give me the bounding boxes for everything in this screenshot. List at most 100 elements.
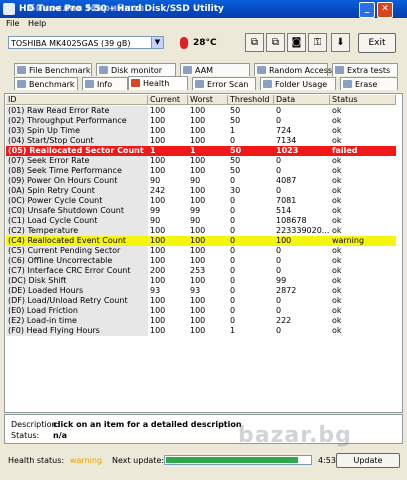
table-row[interactable]: (C7) Interface CRC Error Count 200 253 0 0 ok <box>6 266 396 276</box>
screenshot-button[interactable]: ◙ <box>287 33 306 52</box>
cell-worst: 100 <box>190 156 206 165</box>
cell-data: 0 <box>276 116 282 125</box>
tab-benchmark[interactable]: Benchmark <box>14 77 78 90</box>
col-current[interactable]: Current <box>148 95 188 105</box>
table-row[interactable]: (DF) Load/Unload Retry Count 100 100 0 0 ok <box>6 296 396 306</box>
list-icon <box>335 66 344 74</box>
cell-threshold: 0 <box>230 216 236 225</box>
minimize-button[interactable]: _ <box>359 2 375 18</box>
cell-threshold: 0 <box>230 176 236 185</box>
tab-error-scan[interactable]: Error Scan <box>192 77 256 90</box>
next-update-label: Next update: <box>112 456 165 465</box>
table-row[interactable]: (C4) Reallocated Event Count 100 100 0 100 wa… <box>6 236 396 246</box>
cell-status: ok <box>332 266 342 275</box>
table-row[interactable]: (C2) Temperature 100 100 0 223339020... ok <box>6 226 396 236</box>
cell-worst: 100 <box>190 276 206 285</box>
cell-status: ok <box>332 326 342 335</box>
cell-worst: 100 <box>190 296 206 305</box>
cell-id: (07) Seek Error Rate <box>6 156 148 166</box>
cell-status: ok <box>332 216 342 225</box>
close-window-button[interactable]: ✕ <box>377 2 393 18</box>
cell-id: (C0) Unsafe Shutdown Count <box>6 206 148 216</box>
cell-id: (F0) Head Flying Hours <box>6 326 148 336</box>
cell-threshold: 50 <box>230 116 241 125</box>
cell-worst: 100 <box>190 116 206 125</box>
tab-random-access[interactable]: Random Access <box>254 63 332 76</box>
table-row[interactable]: (C6) Offline Uncorrectable 100 100 0 0 ok <box>6 256 396 266</box>
tab-erase[interactable]: Erase <box>340 77 398 90</box>
table-row[interactable]: (C1) Load Cycle Count 90 90 0 108678 ok <box>6 216 396 226</box>
col-status[interactable]: Status <box>330 95 396 105</box>
table-row[interactable]: (09) Power On Hours Count 90 90 0 4087 ok <box>6 176 396 186</box>
tab-folder-usage[interactable]: Folder Usage <box>260 77 336 90</box>
table-row[interactable]: (C0) Unsafe Shutdown Count 99 99 0 514 ok <box>6 206 396 216</box>
menu-file[interactable]: File <box>6 19 19 28</box>
table-row[interactable]: (C5) Current Pending Sector 100 100 0 0 ok <box>6 246 396 256</box>
smart-table: ID Current Worst Threshold Data Status (… <box>6 95 396 408</box>
table-row[interactable]: (05) Reallocated Sector Count 1 1 50 1023 fai… <box>6 146 396 156</box>
cell-status: ok <box>332 256 342 265</box>
copy-image-icon: ⧉ <box>271 37 280 48</box>
copy-text-button[interactable]: ⧉ <box>245 33 264 52</box>
cell-id: (C5) Current Pending Sector <box>6 246 148 256</box>
tab-file-benchmark[interactable]: File Benchmark <box>14 63 92 76</box>
cell-current: 1 <box>148 146 188 156</box>
drive-select-value: TOSHIBA MK4025GAS (39 gB) <box>11 39 131 48</box>
chevron-down-icon[interactable]: ▼ <box>151 37 163 48</box>
tab-disk-monitor[interactable]: Disk monitor <box>96 63 176 76</box>
cell-current: 90 <box>150 176 161 185</box>
cell-status: ok <box>332 116 342 125</box>
cell-threshold: 30 <box>230 186 241 195</box>
tab-health[interactable]: Health <box>128 76 188 90</box>
monitor-icon <box>99 66 108 74</box>
temperature-display: 28°C <box>176 33 218 53</box>
cell-status: ok <box>332 206 342 215</box>
cell-status: failed <box>330 146 396 156</box>
key-icon: ⚿ <box>313 37 322 48</box>
cell-status: ok <box>332 166 342 175</box>
cell-data: 724 <box>276 126 292 135</box>
update-button[interactable]: Update <box>336 453 400 468</box>
table-row[interactable]: (01) Raw Read Error Rate 100 100 50 0 ok <box>6 106 396 116</box>
cell-worst: 100 <box>190 326 206 335</box>
col-threshold[interactable]: Threshold <box>228 95 274 105</box>
folder-icon <box>263 80 272 88</box>
options-button[interactable]: ⚿ <box>308 33 327 52</box>
tab-extra-tests[interactable]: Extra tests <box>332 63 398 76</box>
table-row[interactable]: (03) Spin Up Time 100 100 1 724 ok <box>6 126 396 136</box>
cell-threshold: 50 <box>228 146 274 156</box>
health-status-label: Health status: <box>8 456 65 465</box>
save-button[interactable]: ⬇ <box>331 33 350 52</box>
cell-threshold: 0 <box>230 136 236 145</box>
table-row[interactable]: (0C) Power Cycle Count 100 100 0 7081 ok <box>6 196 396 206</box>
table-row[interactable]: (E2) Load-in time 100 100 0 222 ok <box>6 316 396 326</box>
menu-help[interactable]: Help <box>28 19 46 28</box>
table-row[interactable]: (0A) Spin Retry Count 242 100 30 0 ok <box>6 186 396 196</box>
table-row[interactable]: (DE) Loaded Hours 93 93 0 2872 ok <box>6 286 396 296</box>
cell-data: 7081 <box>276 196 297 205</box>
table-row[interactable]: (07) Seek Error Rate 100 100 50 0 ok <box>6 156 396 166</box>
title-bar: HD Tune Pro 5.50 - Hard Disk/SSD Utility… <box>0 0 407 18</box>
col-worst[interactable]: Worst <box>188 95 228 105</box>
cell-data: 99 <box>276 276 287 285</box>
cell-status: ok <box>332 186 342 195</box>
col-id[interactable]: ID <box>6 95 148 105</box>
cell-status: ok <box>332 226 342 235</box>
drive-select[interactable]: TOSHIBA MK4025GAS (39 gB) ▼ <box>8 36 164 49</box>
tab-aam[interactable]: AAM <box>180 63 250 76</box>
cell-id: (E0) Load Friction <box>6 306 148 316</box>
tab-info[interactable]: Info <box>82 77 128 90</box>
table-row[interactable]: (08) Seek Time Performance 100 100 50 0 ok <box>6 166 396 176</box>
exit-button[interactable]: Exit <box>358 33 396 53</box>
cell-data: 0 <box>276 166 282 175</box>
table-row[interactable]: (E0) Load Friction 100 100 0 0 ok <box>6 306 396 316</box>
cell-data: 7134 <box>276 136 297 145</box>
table-row[interactable]: (02) Throughput Performance 100 100 50 0 ok <box>6 116 396 126</box>
cell-id: (0C) Power Cycle Count <box>6 196 148 206</box>
table-row[interactable]: (DC) Disk Shift 100 100 0 99 ok <box>6 276 396 286</box>
file-icon <box>17 66 26 74</box>
table-row[interactable]: (04) Start/Stop Count 100 100 0 7134 ok <box>6 136 396 146</box>
col-data[interactable]: Data <box>274 95 330 105</box>
table-row[interactable]: (F0) Head Flying Hours 100 100 1 0 ok <box>6 326 396 336</box>
copy-screenshot-button[interactable]: ⧉ <box>266 33 285 52</box>
